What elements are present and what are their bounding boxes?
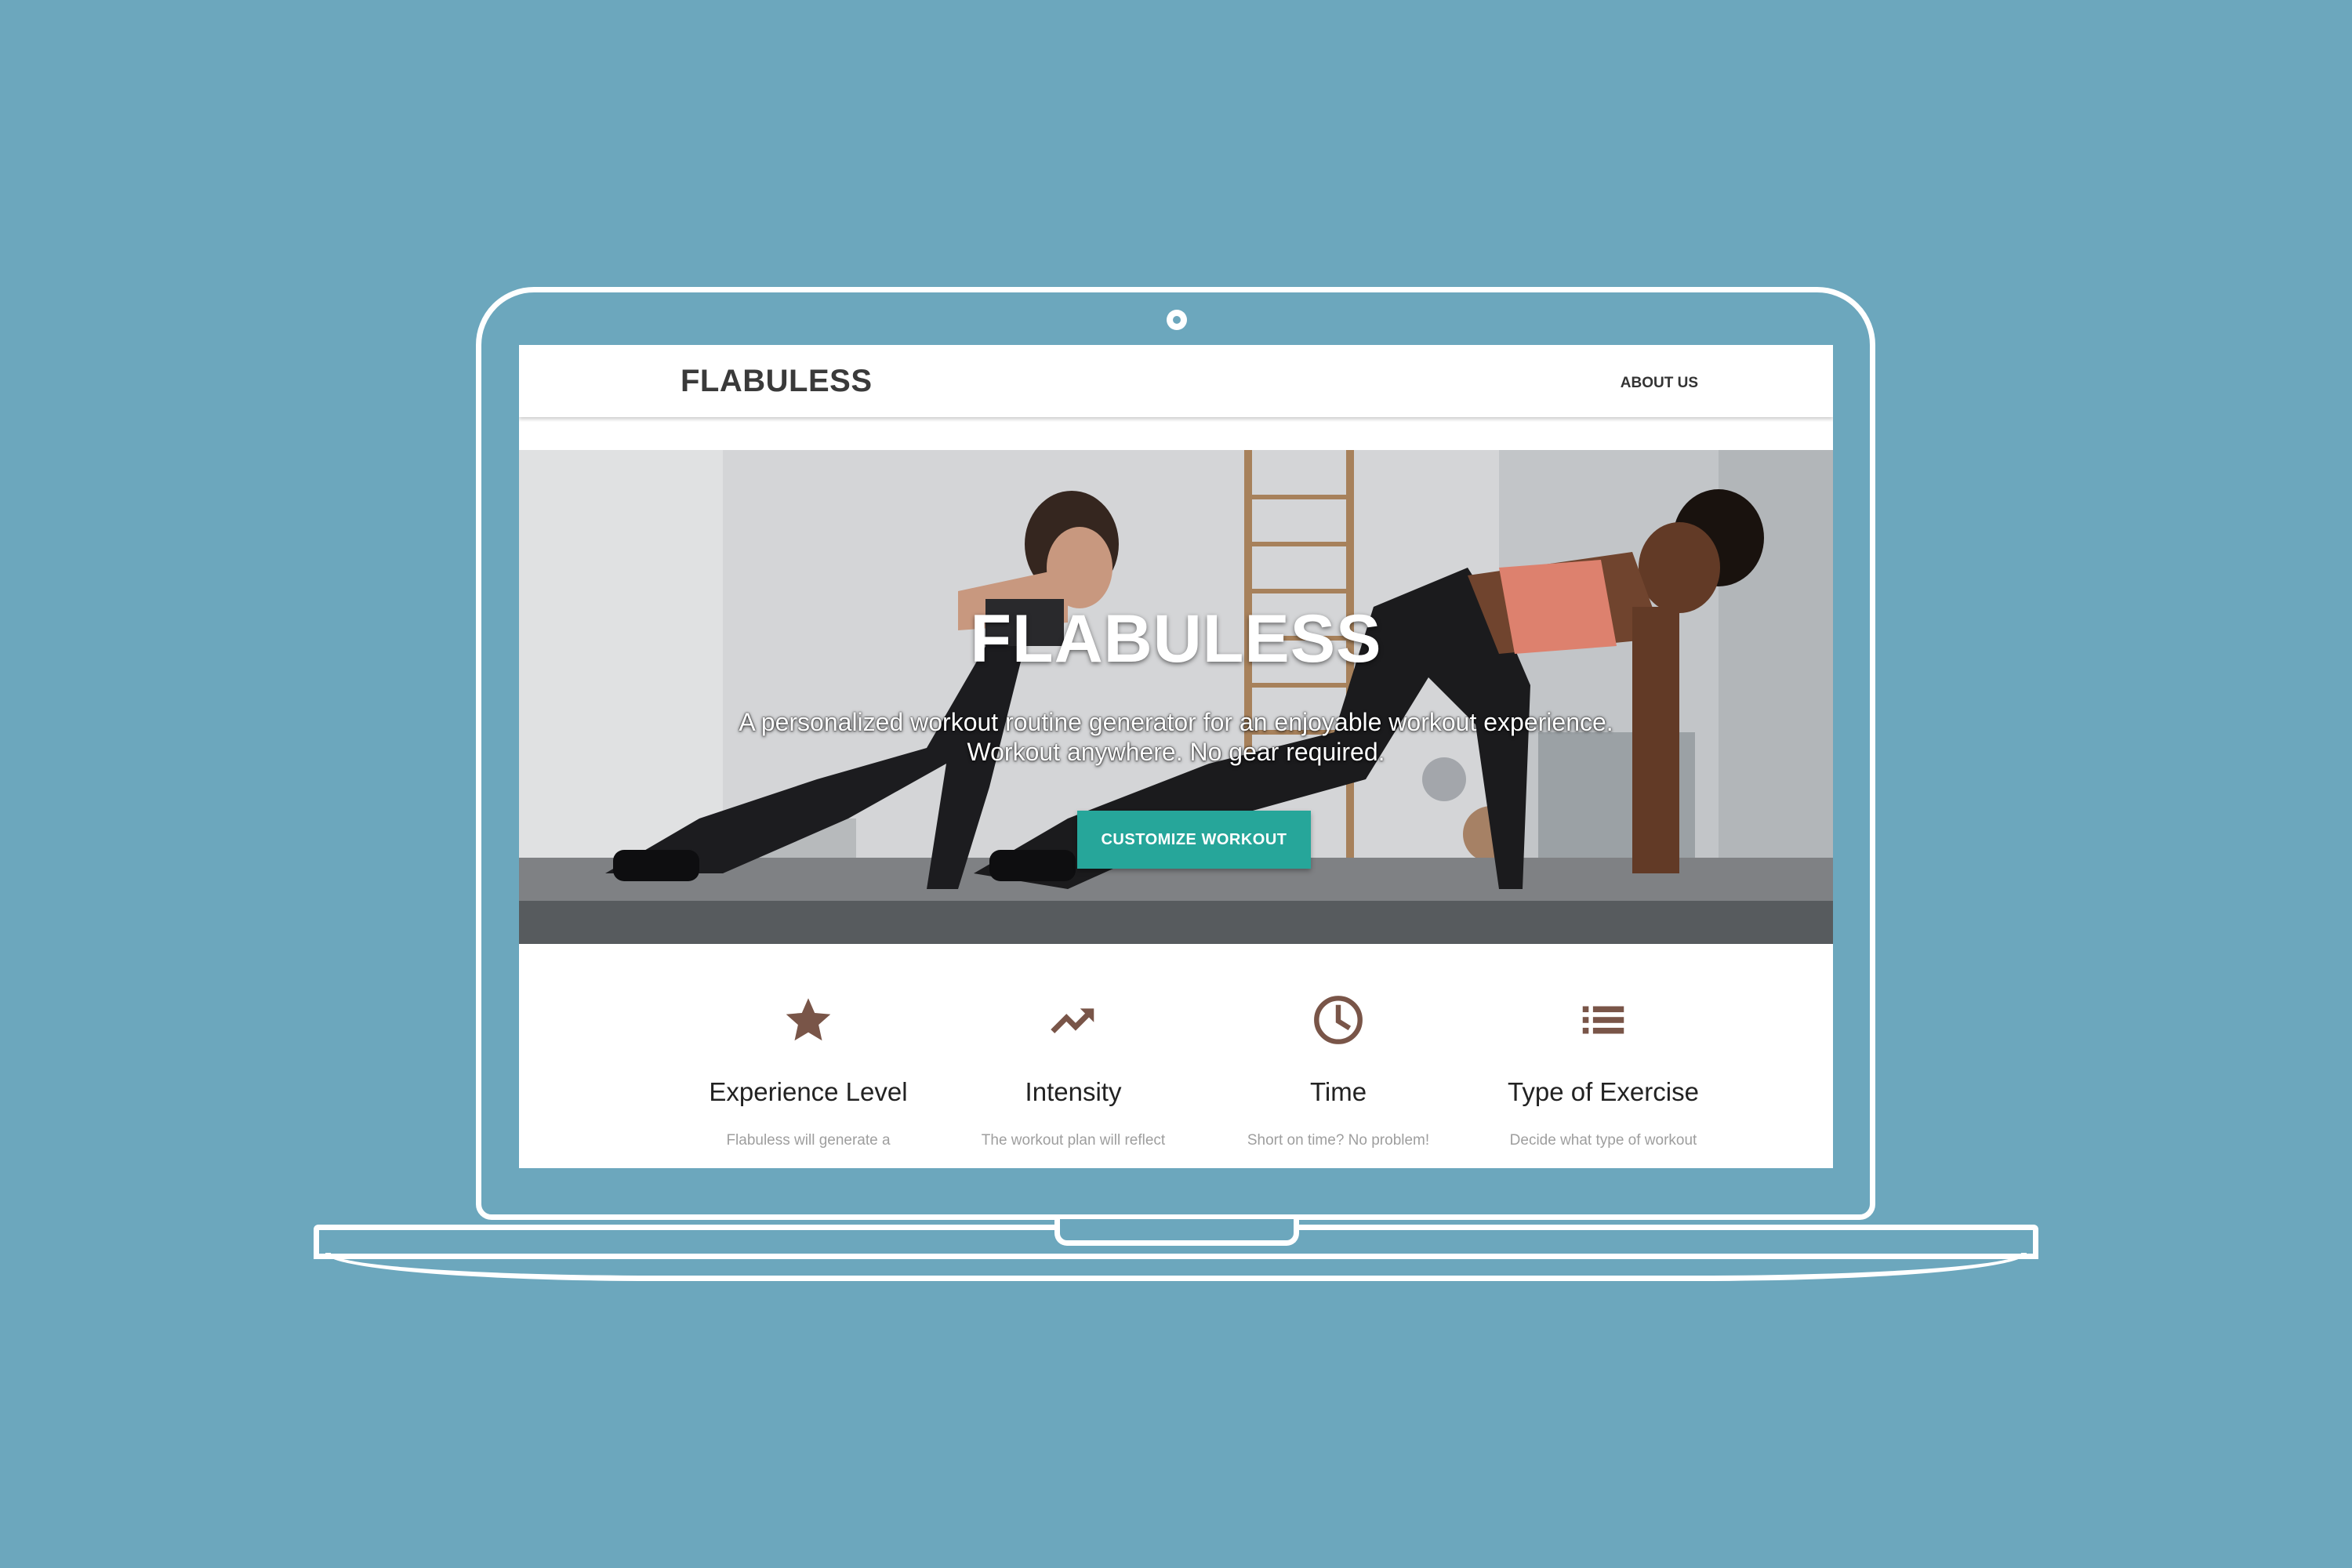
feature-title: Experience Level <box>709 1077 908 1106</box>
trending-up-icon <box>1051 1008 1094 1034</box>
feature-description: Decide what type of workout <box>1509 1132 1697 1149</box>
hero-subtitle: A personalized workout routine generator… <box>519 707 1833 767</box>
star-icon <box>786 998 831 1041</box>
navbar: FLABULESS ABOUT US <box>519 345 1833 417</box>
webcam-icon <box>1167 310 1187 330</box>
laptop-base-bottom-outline <box>325 1253 2027 1281</box>
feature-description: Short on time? No problem! <box>1247 1132 1430 1149</box>
feature-title: Intensity <box>1025 1077 1122 1106</box>
browser-viewport: FLABULESS ABOUT US FLABULESS A personali… <box>519 345 1833 1168</box>
feature-description: The workout plan will reflect <box>981 1132 1166 1149</box>
list-icon <box>1582 1006 1624 1034</box>
clock-icon <box>1314 996 1363 1044</box>
hero-subtitle-line-1: A personalized workout routine generator… <box>739 708 1613 736</box>
hero-subtitle-line-2: Workout anywhere. No gear required. <box>967 738 1385 766</box>
hero-section: FLABULESS A personalized workout routine… <box>519 450 1833 944</box>
nav-link-about-us[interactable]: ABOUT US <box>1621 375 1698 392</box>
features-section: Experience Level Flabuless will generate… <box>519 944 1833 1168</box>
customize-workout-button[interactable]: CUSTOMIZE WORKOUT <box>1077 811 1311 869</box>
feature-title: Type of Exercise <box>1508 1077 1699 1106</box>
laptop-hinge-notch <box>1054 1219 1299 1246</box>
hero-background-photo <box>519 450 1833 944</box>
brand-logo[interactable]: FLABULESS <box>681 364 873 399</box>
feature-description: Flabuless will generate a <box>726 1132 891 1149</box>
hero-title: FLABULESS <box>970 601 1382 677</box>
feature-title: Time <box>1309 1077 1367 1106</box>
